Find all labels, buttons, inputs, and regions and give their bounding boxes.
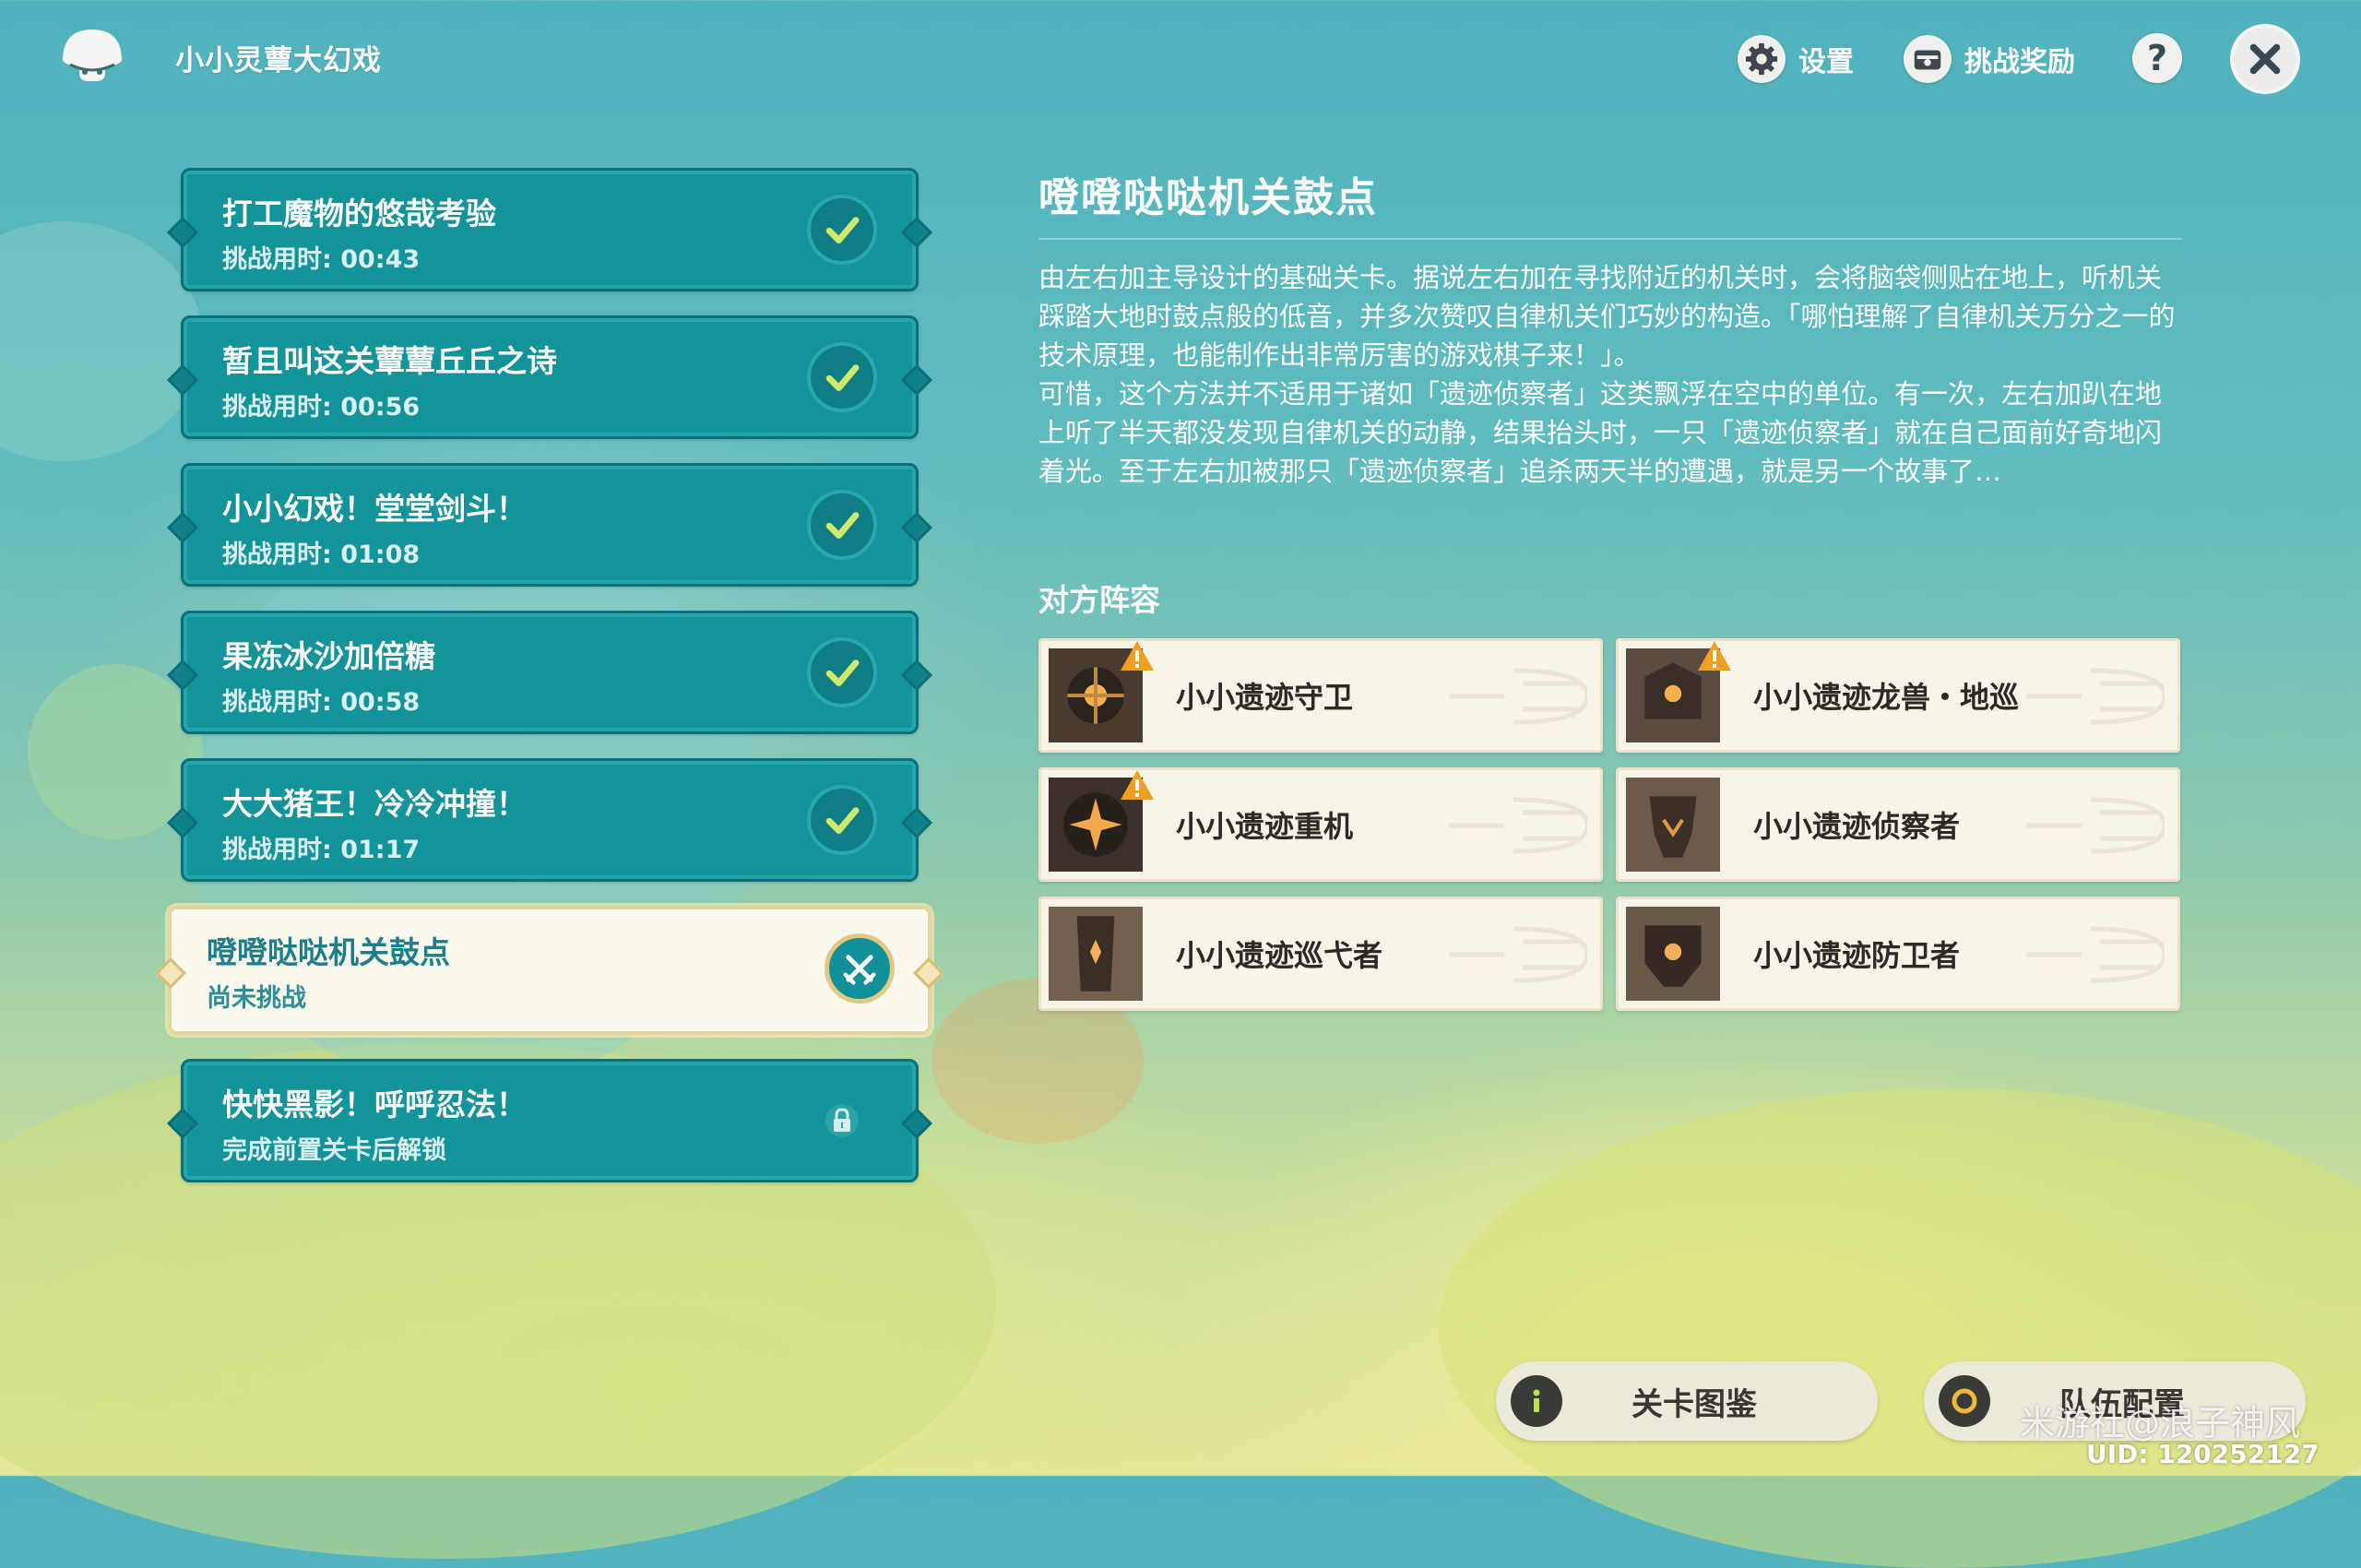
level-time: 挑战用时: 01:17	[222, 836, 421, 864]
divider	[1038, 238, 2182, 240]
warning-icon	[1121, 770, 1154, 800]
settings-button[interactable]: 设置	[1738, 28, 1854, 90]
ruin-drake-portrait	[1626, 641, 1731, 742]
crossed-swords-icon	[825, 933, 895, 1004]
enemy-card[interactable]: 小小遗迹龙兽・地巡	[1616, 638, 2180, 753]
info-icon	[1511, 1375, 1562, 1427]
enemy-card[interactable]: 小小遗迹防卫者	[1616, 897, 2180, 1011]
circle-icon	[1939, 1375, 1990, 1427]
level-unlock-hint: 完成前置关卡后解锁	[222, 1136, 446, 1165]
level-name: 小小幻戏！堂堂剑斗！	[222, 491, 527, 527]
ruin-defender-portrait	[1626, 907, 1720, 1001]
close-button[interactable]	[2230, 24, 2300, 94]
reward-chest-icon	[1904, 35, 1952, 83]
level-time: 挑战用时: 01:08	[222, 540, 421, 569]
enemy-card[interactable]: 小小遗迹侦察者	[1616, 767, 2180, 882]
close-icon	[2249, 43, 2281, 75]
card-decoration	[2026, 797, 2165, 854]
ruin-cruiser-portrait	[1049, 907, 1143, 1001]
level-item[interactable]: 小小幻戏！堂堂剑斗！ 挑战用时: 01:08	[181, 463, 919, 587]
level-name: 打工魔物的悠哉考验	[222, 196, 496, 232]
ruin-guard-portrait	[1049, 641, 1154, 742]
card-decoration	[2026, 926, 2165, 983]
challenge-rewards-button[interactable]: 挑战奖励	[1904, 28, 2075, 90]
level-detail-title: 噔噔哒哒机关鼓点	[1038, 174, 1378, 221]
level-status: 尚未挑战	[207, 984, 306, 1013]
level-name: 暂且叫这关蕈蕈丘丘之诗	[222, 343, 557, 379]
lock-icon	[807, 1086, 877, 1156]
level-time: 挑战用时: 00:43	[222, 245, 421, 274]
level-description: 由左右加主导设计的基础关卡。据说左右加在寻找附近的机关时，会将脑袋侧贴在地上，听…	[1038, 258, 2187, 491]
page-title: 小小灵蕈大幻戏	[175, 44, 382, 77]
watermark: 米游社@浪子神风	[2020, 1403, 2301, 1443]
card-decoration	[1449, 668, 1587, 725]
level-name: 噔噔哒哒机关鼓点	[207, 934, 450, 970]
card-decoration	[1449, 926, 1587, 983]
gear-icon	[1738, 35, 1786, 83]
level-item-selected[interactable]: 噔噔哒哒机关鼓点 尚未挑战	[168, 906, 931, 1035]
enemy-card[interactable]: 小小遗迹守卫	[1038, 638, 1603, 753]
level-catalog-button[interactable]: 关卡图鉴	[1496, 1361, 1878, 1441]
check-icon	[807, 637, 877, 707]
enemy-name: 小小遗迹守卫	[1176, 680, 1354, 715]
check-icon	[807, 785, 877, 855]
mushroom-logo-icon	[57, 24, 127, 89]
warning-icon	[1698, 641, 1731, 671]
enemy-name: 小小遗迹巡弋者	[1176, 938, 1383, 973]
background-blob	[1439, 1088, 2361, 1568]
level-catalog-label: 关卡图鉴	[1631, 1385, 1757, 1423]
level-item[interactable]: 暂且叫这关蕈蕈丘丘之诗 挑战用时: 00:56	[181, 315, 919, 439]
ruin-scout-portrait	[1626, 778, 1720, 872]
warning-icon	[1121, 641, 1154, 671]
rewards-label: 挑战奖励	[1964, 46, 2075, 78]
level-item[interactable]: 果冻冰沙加倍糖 挑战用时: 00:58	[181, 611, 919, 734]
level-item[interactable]: 大大猪王！冷冷冲撞！ 挑战用时: 01:17	[181, 758, 919, 882]
check-icon	[807, 195, 877, 265]
enemy-card[interactable]: 小小遗迹重机	[1038, 767, 1603, 882]
card-decoration	[2026, 668, 2165, 725]
level-name: 大大猪王！冷冷冲撞！	[222, 786, 527, 822]
level-item[interactable]: 打工魔物的悠哉考验 挑战用时: 00:43	[181, 168, 919, 291]
enemy-name: 小小遗迹侦察者	[1753, 809, 1961, 844]
level-time: 挑战用时: 00:58	[222, 688, 421, 717]
settings-label: 设置	[1798, 46, 1854, 78]
level-list: 打工魔物的悠哉考验 挑战用时: 00:43 暂且叫这关蕈蕈丘丘之诗 挑战用时: …	[168, 168, 931, 1206]
enemy-lineup-grid: 小小遗迹守卫 小小遗迹龙兽・地巡 小小遗迹重机 小小遗迹侦察者 小小遗迹巡弋者 …	[1038, 638, 2182, 1011]
description-paragraph: 由左右加主导设计的基础关卡。据说左右加在寻找附近的机关时，会将脑袋侧贴在地上，听…	[1038, 262, 2176, 371]
level-name: 快快黑影！呼呼忍法！	[222, 1087, 527, 1123]
enemy-card[interactable]: 小小遗迹巡弋者	[1038, 897, 1603, 1011]
card-decoration	[1449, 797, 1587, 854]
level-item-locked[interactable]: 快快黑影！呼呼忍法！ 完成前置关卡后解锁	[181, 1059, 919, 1182]
check-icon	[807, 490, 877, 560]
level-name: 果冻冰沙加倍糖	[222, 638, 435, 674]
enemy-name: 小小遗迹防卫者	[1753, 938, 1961, 973]
level-time: 挑战用时: 00:56	[222, 393, 421, 422]
uid-label: UID: 120252127	[2086, 1439, 2319, 1469]
description-paragraph: 可惜，这个方法并不适用于诸如「遗迹侦察者」这类飘浮在空中的单位。有一次，左右加趴…	[1038, 378, 2163, 487]
check-icon	[807, 342, 877, 412]
help-button[interactable]: ?	[2132, 33, 2182, 83]
enemy-name: 小小遗迹重机	[1176, 809, 1354, 844]
ruin-grader-portrait	[1049, 770, 1154, 872]
background-blob	[0, 221, 203, 461]
enemy-name: 小小遗迹龙兽・地巡	[1753, 680, 2020, 715]
enemy-lineup-heading: 对方阵容	[1038, 582, 1160, 618]
